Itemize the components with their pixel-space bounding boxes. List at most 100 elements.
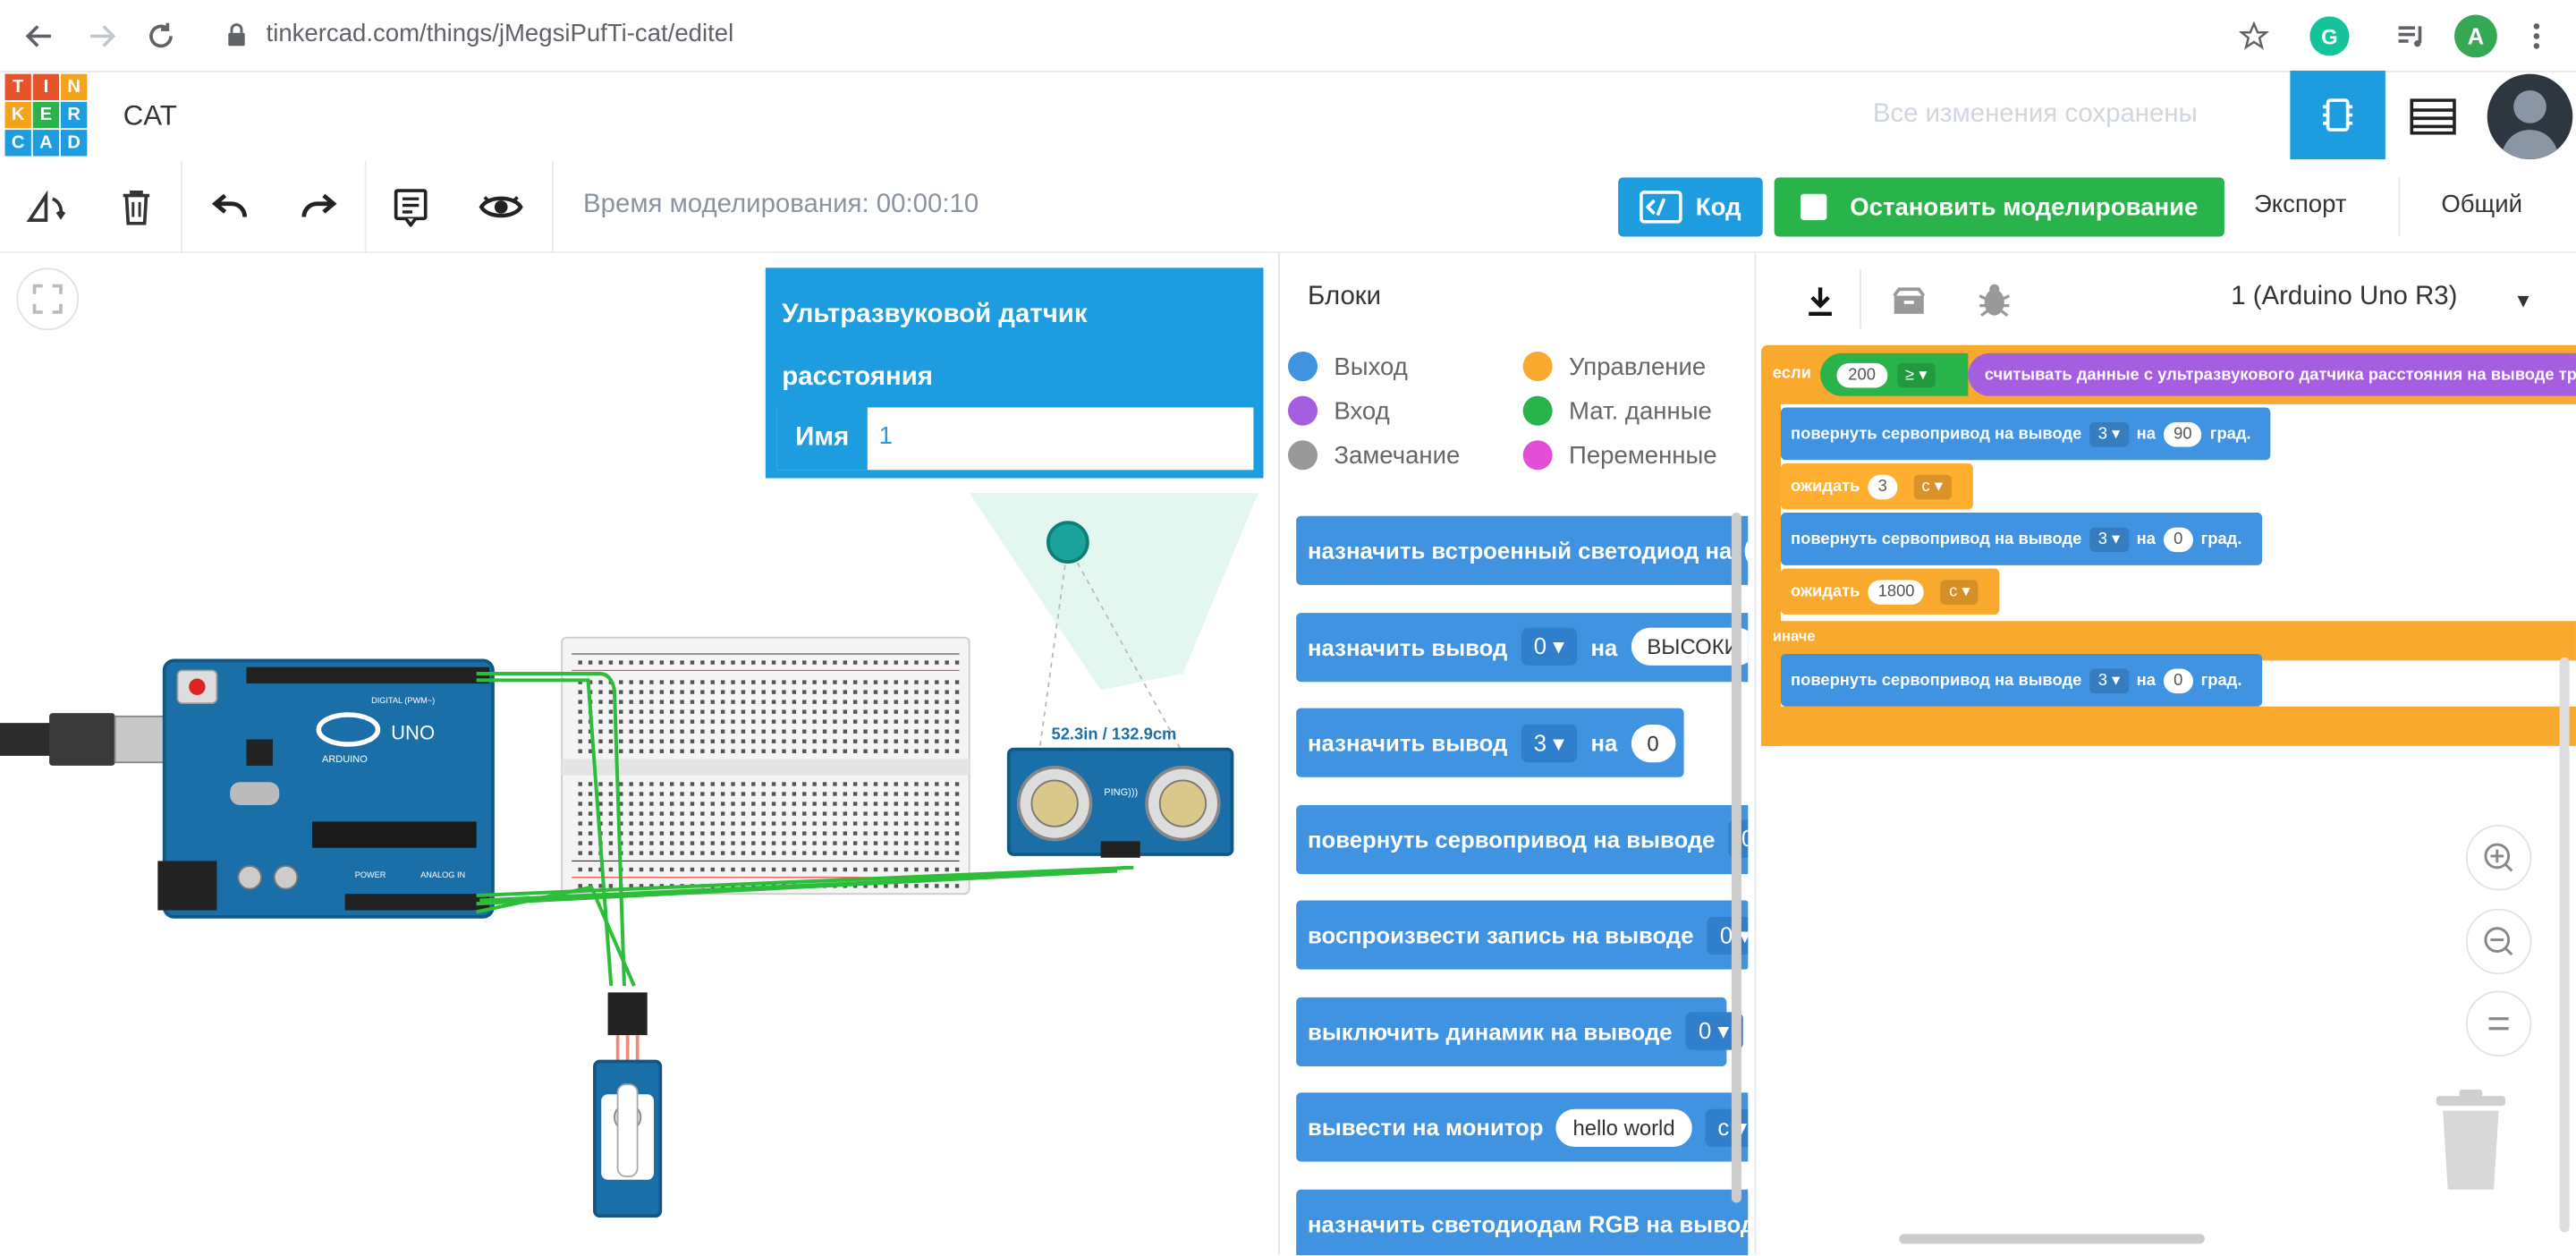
wait-block-1-unit[interactable]: с ▾ [1913, 473, 1952, 499]
undo-icon[interactable] [207, 186, 252, 229]
servo-block-2-on: на [2136, 530, 2156, 548]
servo-block-3-pin[interactable]: 3 ▾ [2089, 667, 2129, 693]
palette-block-1[interactable]: назначить встроенный светодиод на В [1296, 515, 1749, 585]
zoom-out-button[interactable] [2465, 908, 2532, 975]
account-avatar-icon[interactable]: A [2454, 14, 2497, 58]
palette-block-value[interactable]: В [1745, 531, 1749, 570]
category-5[interactable]: Замечание [1287, 440, 1460, 471]
forward-arrow-icon[interactable] [82, 16, 122, 55]
compare-operator[interactable]: ≥ ▾ [1896, 361, 1936, 387]
library-icon[interactable] [1886, 279, 1932, 322]
palette-scrollbar[interactable] [1731, 513, 1741, 1203]
sensor-target-handle [1046, 521, 1089, 564]
category-4[interactable]: Мат. данные [1522, 395, 1712, 426]
palette-block-8[interactable]: назначить светодиодам RGB на выводах [1296, 1188, 1749, 1256]
servo-block-1[interactable]: повернуть сервопривод на выводе 3 ▾ на 9… [1780, 407, 2271, 461]
wait-block-2-value[interactable]: 1800 [1868, 579, 1925, 604]
palette-block-value[interactable]: 0 [1631, 724, 1676, 762]
servo-block-2-angle[interactable]: 0 [2164, 526, 2193, 552]
palette-block-6[interactable]: выключить динамик на выводе 0 ▾ [1296, 996, 1743, 1066]
usb-plug [49, 713, 115, 766]
palette-block-text-input[interactable]: hello world [1556, 1107, 1692, 1147]
servo-block-3-label: повернуть сервопривод на выводе [1791, 671, 2082, 690]
zoom-reset-button[interactable] [2465, 990, 2532, 1057]
if-block-spine [1760, 394, 1781, 746]
board-select-chevron-icon[interactable]: ▼ [2513, 289, 2533, 312]
category-1[interactable]: Выход [1287, 352, 1408, 382]
zoom-in-button[interactable] [2465, 825, 2532, 891]
servo-block-3-angle[interactable]: 0 [2164, 667, 2193, 693]
media-queue-icon[interactable] [2392, 16, 2431, 55]
workspace-divider [1754, 252, 1757, 1256]
visibility-icon[interactable] [477, 184, 526, 230]
ultrasonic-read-block[interactable]: считывать данные с ультразвукового датчи… [1968, 352, 2576, 396]
servo-block-1-unit: град. [2209, 424, 2251, 443]
download-icon[interactable] [1797, 279, 1843, 322]
palette-block-7[interactable]: вывести на монитор hello world с ▾ [1296, 1092, 1749, 1162]
reload-icon[interactable] [141, 16, 181, 55]
category-6[interactable]: Переменные [1522, 440, 1717, 471]
notes-icon[interactable] [387, 184, 433, 230]
servo-block-2[interactable]: повернуть сервопривод на выводе 3 ▾ на 0… [1780, 513, 2262, 565]
palette-block-value[interactable]: ВЫСОКИ [1631, 627, 1749, 666]
share-button[interactable]: Общий [2441, 191, 2522, 218]
inspector-name-label: Имя [776, 407, 868, 471]
grammarly-extension-icon[interactable]: G [2309, 16, 2350, 56]
design-title[interactable]: CAT [123, 100, 177, 133]
rotate-icon[interactable] [23, 186, 69, 229]
palette-block-5[interactable]: воспроизвести запись на выводе 0 ▾ [1296, 900, 1749, 970]
blocks-dropdown[interactable]: Блоки [1308, 283, 1381, 312]
wait-block-2[interactable]: ожидать 1800 с ▾ [1780, 568, 2000, 615]
address-bar[interactable]: tinkercad.com/things/jMegsiPufTi-cat/edi… [267, 20, 734, 47]
compare-block[interactable]: 200 ≥ ▾ [1820, 352, 1969, 396]
arduino-analog-label: ANALOG IN [420, 870, 465, 879]
back-arrow-icon[interactable] [20, 16, 59, 55]
component-inspector-popup: Ультразвуковой датчик расстояния Имя 1 [765, 267, 1264, 479]
debugger-bug-icon[interactable] [1971, 276, 2017, 322]
servo-block-3-unit: град. [2200, 671, 2242, 690]
palette-block-label: назначить вывод [1308, 633, 1508, 660]
palette-block-dropdown[interactable]: 0 ▾ [1521, 627, 1578, 666]
servo-block-3[interactable]: повернуть сервопривод на выводе 3 ▾ на 0… [1780, 654, 2262, 707]
servo-block-1-pin[interactable]: 3 ▾ [2089, 421, 2129, 446]
zoom-in-icon [2484, 843, 2513, 872]
more-menu-icon[interactable] [2520, 16, 2553, 55]
board-select[interactable]: 1 (Arduino Uno R3) [2231, 283, 2457, 312]
tinkercad-logo[interactable]: TIN KER CAD [4, 73, 88, 157]
workspace-horizontal-scrollbar[interactable] [1899, 1234, 2205, 1244]
star-icon[interactable] [2234, 16, 2274, 55]
wait-block-2-unit[interactable]: с ▾ [1940, 579, 1979, 604]
palette-block-dropdown[interactable]: с ▾ [1704, 1107, 1749, 1147]
sensor-module-label: PING))) [1104, 787, 1138, 798]
category-2[interactable]: Управление [1522, 352, 1706, 382]
wait-block-1-value[interactable]: 3 [1868, 473, 1897, 499]
stop-simulation-button[interactable]: Остановить моделирование [1774, 177, 2224, 237]
wait-block-1[interactable]: ожидать 3 с ▾ [1780, 463, 1973, 510]
trash-icon[interactable] [2431, 1088, 2510, 1193]
code-button[interactable]: Код [1618, 177, 1763, 237]
save-status: Все изменения сохранены [1872, 100, 2198, 129]
inspector-name-input[interactable]: 1 [879, 422, 893, 450]
circuit-view-button[interactable] [2290, 70, 2385, 160]
servo-motor [593, 992, 663, 1218]
workspace-vertical-scrollbar[interactable] [2559, 657, 2570, 1233]
delete-icon[interactable] [115, 186, 158, 229]
panel-divider [1277, 252, 1280, 1256]
palette-block-2[interactable]: назначить вывод 0 ▾ на ВЫСОКИ [1296, 612, 1749, 682]
servo-block-2-pin[interactable]: 3 ▾ [2089, 526, 2129, 552]
compare-value[interactable]: 200 [1836, 361, 1887, 387]
palette-block-dropdown[interactable]: 3 ▾ [1521, 724, 1578, 762]
fit-view-button[interactable] [16, 267, 80, 331]
user-avatar[interactable] [2487, 73, 2573, 160]
category-3[interactable]: Вход [1287, 395, 1390, 426]
servo-block-1-angle[interactable]: 90 [2164, 421, 2202, 446]
export-button[interactable]: Экспорт [2254, 191, 2347, 218]
redo-icon[interactable] [296, 186, 342, 229]
palette-block-dropdown[interactable]: 0 ▾ [1707, 915, 1749, 955]
circuit-canvas[interactable]: UNO ARDUINO DIGITAL (PWM~) POWER ANALOG … [0, 493, 1282, 1255]
palette-block-3[interactable]: назначить вывод 3 ▾ на 0 [1296, 708, 1684, 777]
servo-block-2-pin-value: 3 [2097, 530, 2107, 548]
component-list-button[interactable] [2395, 86, 2470, 149]
palette-block-4[interactable]: повернуть сервопривод на выводе0 ▾ [1296, 804, 1749, 874]
servo-block-3-on: на [2136, 671, 2156, 690]
